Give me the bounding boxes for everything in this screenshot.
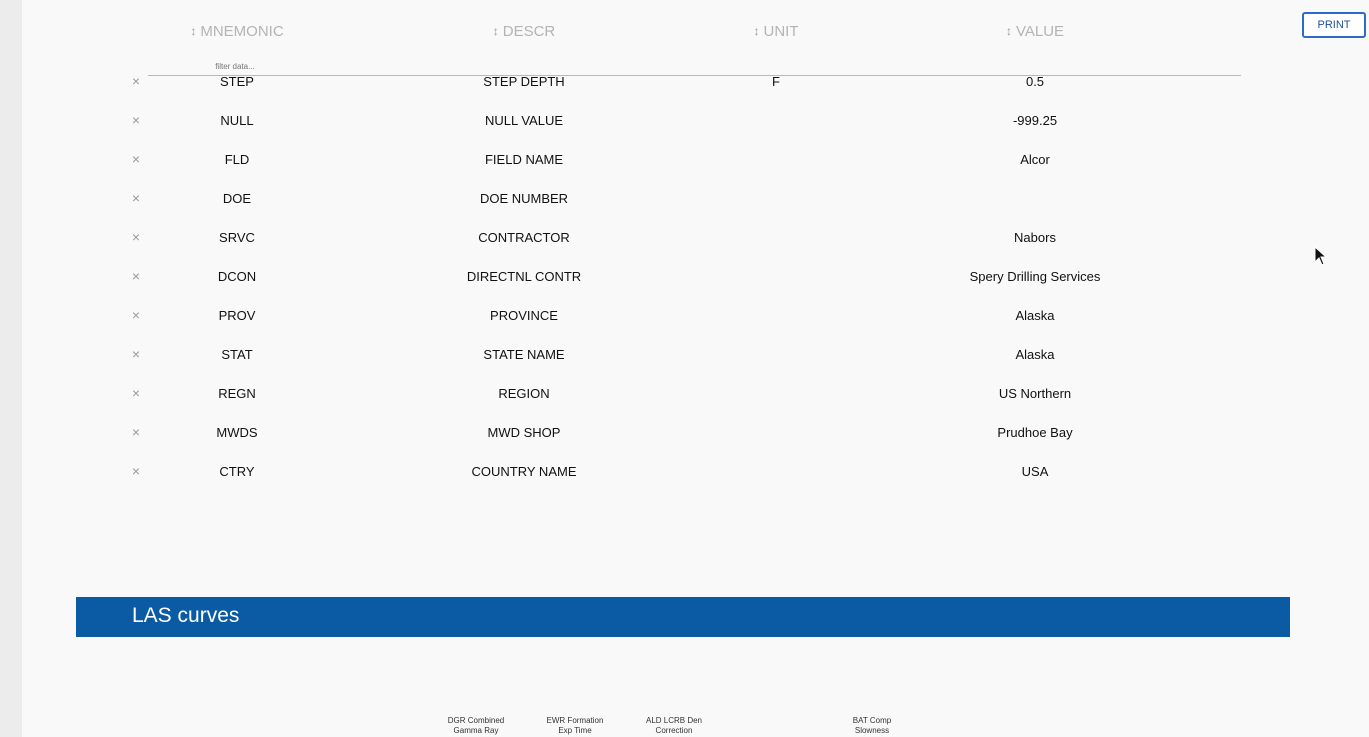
cell-value: USA: [1021, 464, 1049, 479]
cell-mnemonic: DCON: [217, 269, 257, 284]
remove-row-icon[interactable]: ×: [130, 74, 142, 88]
sort-icon: ↕: [753, 24, 760, 38]
column-header-mnemonic[interactable]: ↕ MNEMONIC: [190, 22, 283, 40]
cell-descr: PROVINCE: [490, 308, 558, 323]
cell-value: Spery Drilling Services: [969, 269, 1101, 284]
cell-descr: STATE NAME: [483, 347, 565, 362]
filter-input[interactable]: [200, 60, 270, 72]
cell-value: Alaska: [1015, 347, 1055, 362]
cell-descr: CONTRACTOR: [478, 230, 570, 245]
cell-descr: NULL VALUE: [484, 113, 564, 128]
cell-value: US Northern: [998, 386, 1072, 401]
cell-mnemonic: SRVC: [219, 230, 255, 245]
cell-value: Nabors: [1014, 230, 1056, 245]
sort-icon: ↕: [492, 24, 499, 38]
cell-mnemonic: PROV: [218, 308, 256, 323]
table-row: × DCON DIRECTNL CONTR Spery Drilling Servic…: [120, 269, 1250, 293]
print-button[interactable]: PRINT: [1302, 12, 1366, 38]
left-gutter: [0, 0, 22, 737]
cell-value: -999.25: [1012, 113, 1058, 128]
column-header-label: VALUE: [1015, 22, 1065, 40]
mouse-cursor-icon: [1314, 246, 1328, 266]
cell-value: Prudhoe Bay: [997, 425, 1073, 440]
column-header-label: DESCR: [502, 22, 556, 40]
curve-label-ald: ALD LCRB Den Correction: [645, 716, 703, 735]
remove-row-icon[interactable]: ×: [130, 464, 142, 478]
cell-value: 0.5: [1025, 74, 1045, 89]
table-row: × REGN REGION US Northern: [120, 386, 1250, 410]
column-header-label: UNIT: [763, 22, 799, 40]
column-header-unit[interactable]: ↕ UNIT: [754, 22, 799, 40]
column-header-label: MNEMONIC: [200, 22, 284, 40]
remove-row-icon[interactable]: ×: [130, 386, 142, 400]
table-row: × DOE DOE NUMBER: [120, 191, 1250, 215]
cell-descr: STEP DEPTH: [483, 74, 565, 89]
cell-descr: DOE NUMBER: [479, 191, 569, 206]
cell-mnemonic: DOE: [222, 191, 252, 206]
curve-label-bat: BAT Comp Slowness: [852, 716, 892, 735]
cell-mnemonic: REGN: [218, 386, 256, 401]
table-row: × FLD FIELD NAME Alcor: [120, 152, 1250, 176]
remove-row-icon[interactable]: ×: [130, 230, 142, 244]
cell-unit: F: [772, 74, 780, 89]
table-row: × STAT STATE NAME Alaska: [120, 347, 1250, 371]
table-row: × CTRY COUNTRY NAME USA: [120, 464, 1250, 488]
cell-descr: COUNTRY NAME: [471, 464, 577, 479]
cell-descr: MWD SHOP: [487, 425, 561, 440]
section-title: LAS curves: [132, 604, 240, 627]
cell-descr: DIRECTNL CONTR: [466, 269, 582, 284]
sort-icon: ↕: [190, 24, 197, 38]
remove-row-icon[interactable]: ×: [130, 308, 142, 322]
table-row: × PROV PROVINCE Alaska: [120, 308, 1250, 332]
table-row: × SRVC CONTRACTOR Nabors: [120, 230, 1250, 254]
cell-mnemonic: STEP: [220, 74, 254, 89]
column-header-descr[interactable]: ↕ DESCR: [493, 22, 556, 40]
remove-row-icon[interactable]: ×: [130, 347, 142, 361]
cell-value: Alaska: [1015, 308, 1055, 323]
las-curves-banner: LAS curves: [76, 597, 1290, 637]
cell-mnemonic: CTRY: [219, 464, 255, 479]
sort-icon: ↕: [1005, 24, 1012, 38]
remove-row-icon[interactable]: ×: [130, 191, 142, 205]
remove-row-icon[interactable]: ×: [130, 269, 142, 283]
table-row: × MWDS MWD SHOP Prudhoe Bay: [120, 425, 1250, 449]
remove-row-icon[interactable]: ×: [130, 113, 142, 127]
table-row: × STEP STEP DEPTH F 0.5: [120, 74, 1250, 98]
cell-mnemonic: NULL: [220, 113, 254, 128]
curve-label-dgr: DGR Combined Gamma Ray: [447, 716, 505, 735]
remove-row-icon[interactable]: ×: [130, 152, 142, 166]
column-header-value[interactable]: ↕ VALUE: [1006, 22, 1064, 40]
cell-descr: REGION: [498, 386, 550, 401]
cell-mnemonic: STAT: [221, 347, 253, 362]
cell-mnemonic: FLD: [224, 152, 250, 167]
remove-row-icon[interactable]: ×: [130, 425, 142, 439]
curve-label-ewr: EWR Formation Exp Time: [546, 716, 604, 735]
cell-descr: FIELD NAME: [484, 152, 564, 167]
table-row: × NULL NULL VALUE -999.25: [120, 113, 1250, 137]
cell-mnemonic: MWDS: [216, 425, 258, 440]
cell-value: Alcor: [1020, 152, 1050, 167]
